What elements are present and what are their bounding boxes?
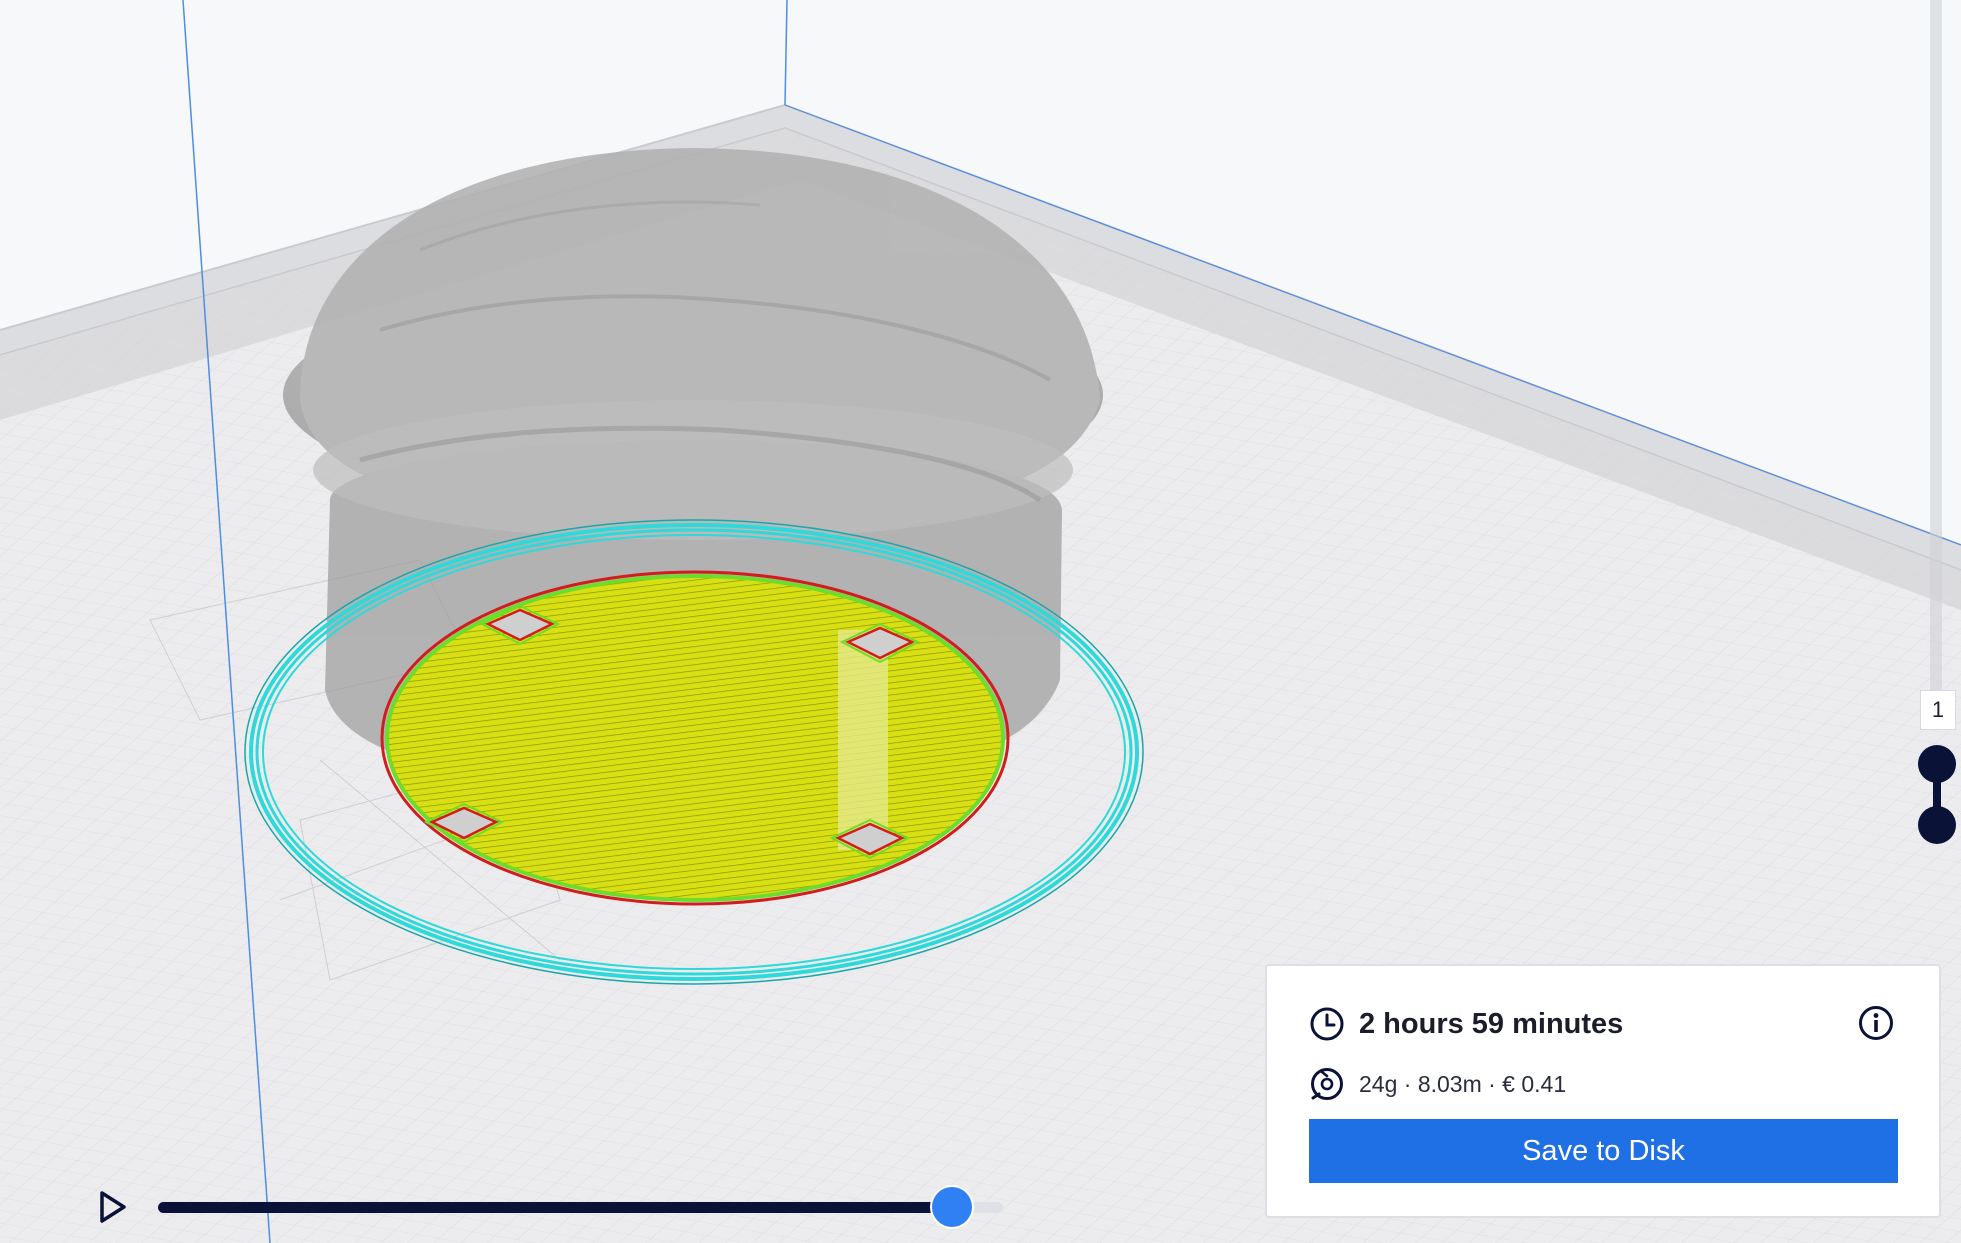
simulation-progress-track[interactable] <box>158 1187 1003 1227</box>
layer-slider[interactable]: 1 <box>1900 690 1960 860</box>
print-time: 2 hours 59 minutes <box>1359 1007 1624 1040</box>
spool-icon <box>1311 1068 1343 1100</box>
play-icon[interactable] <box>90 1185 134 1229</box>
print-info-panel: 2 hours 59 minutes 24g · 8.03m · € 0.41 … <box>1265 964 1941 1218</box>
info-icon[interactable] <box>1857 1004 1895 1042</box>
layer-number-field[interactable]: 1 <box>1920 690 1956 730</box>
simulation-progress-handle[interactable] <box>932 1187 973 1227</box>
layer-upper-handle[interactable] <box>1918 745 1956 783</box>
app-window: 1 2 hours 59 minutes 24g · 8.03m · € 0.4… <box>0 0 1961 1243</box>
simulation-progress-fill <box>158 1202 953 1213</box>
simulation-controls <box>90 1185 1010 1235</box>
save-to-disk-button[interactable]: Save to Disk <box>1309 1119 1898 1183</box>
layer-lower-handle[interactable] <box>1918 806 1956 844</box>
clock-icon <box>1310 1007 1344 1041</box>
material-summary: 24g · 8.03m · € 0.41 <box>1359 1070 1567 1097</box>
material-usage-row: 24g · 8.03m · € 0.41 <box>1309 1062 1566 1106</box>
print-time-row: 2 hours 59 minutes <box>1309 1002 1623 1046</box>
